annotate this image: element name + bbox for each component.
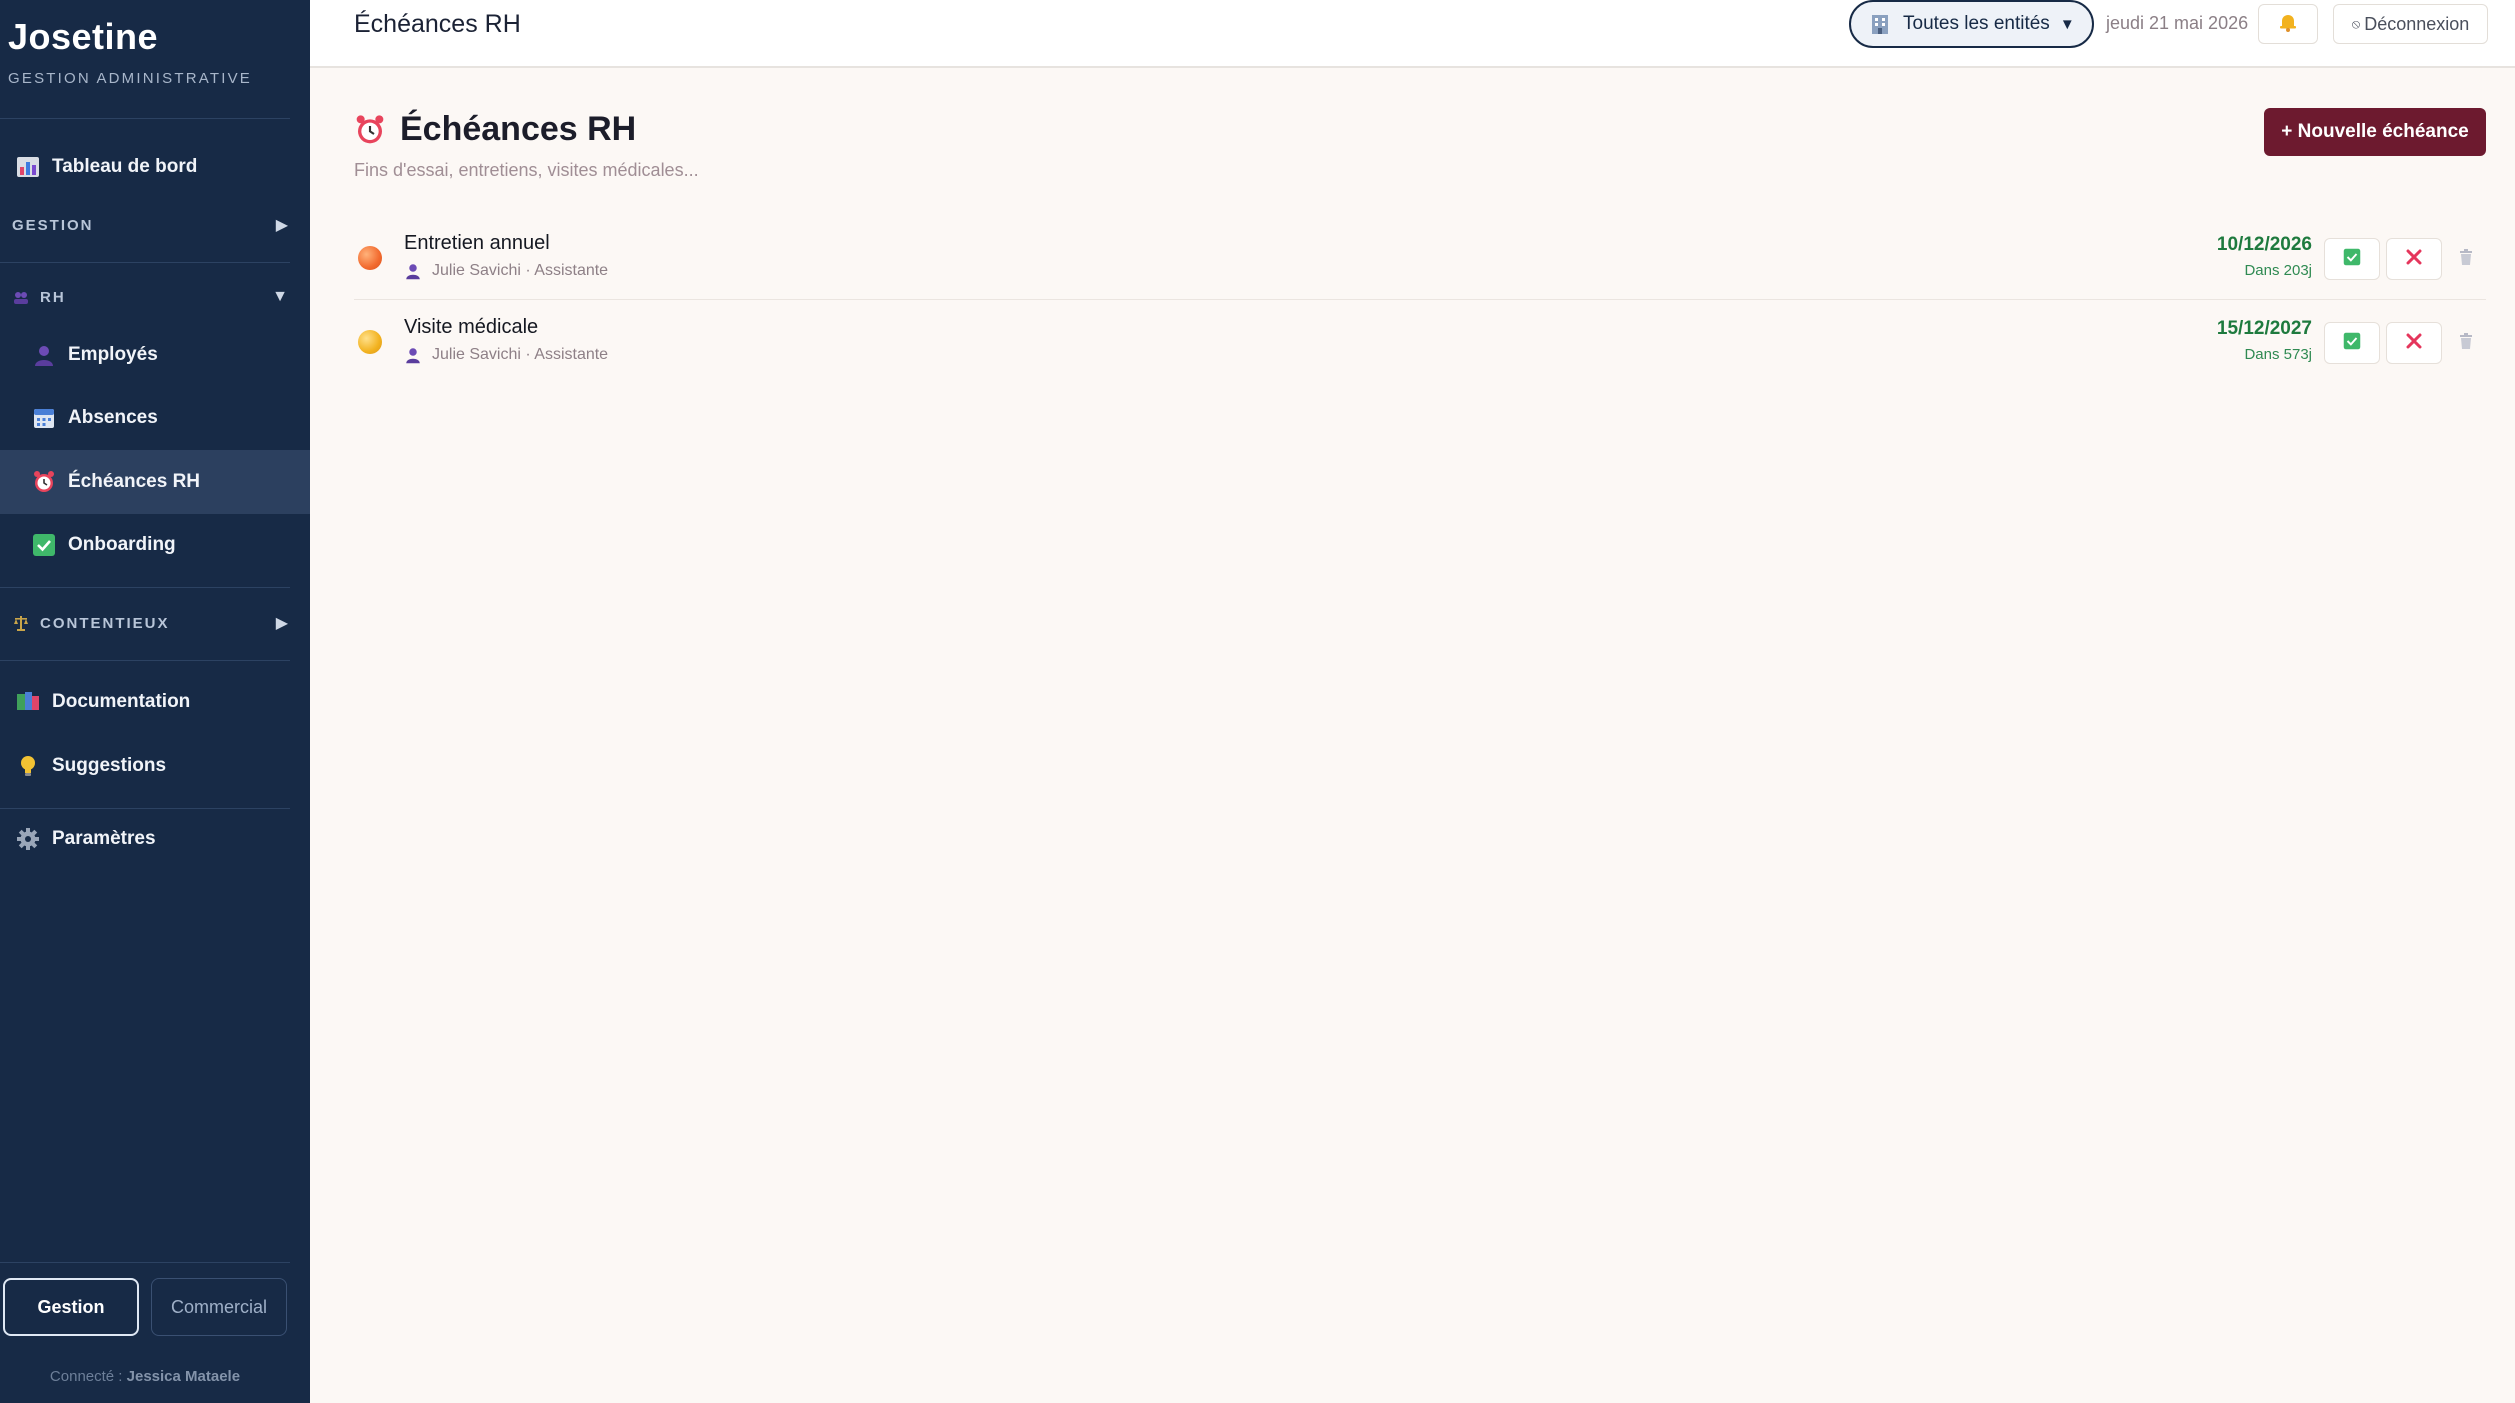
new-deadline-button[interactable]: + Nouvelle échéance <box>2264 108 2486 156</box>
person-icon <box>32 343 56 367</box>
trash-icon <box>2457 248 2475 271</box>
mark-done-button[interactable] <box>2324 322 2380 364</box>
check-box-icon <box>2343 248 2361 271</box>
connected-user-name: Jessica Mataele <box>126 1368 241 1385</box>
page-title: Échéances RH <box>400 110 637 148</box>
status-dot <box>358 246 382 270</box>
people-icon <box>12 288 30 306</box>
books-icon <box>16 690 40 714</box>
page-header: Échéances RH <box>354 110 636 149</box>
logout-icon: ⦸ <box>2351 16 2361 31</box>
calendar-icon <box>32 406 56 430</box>
check-box-icon <box>32 533 56 557</box>
close-icon <box>2404 247 2424 272</box>
bell-icon <box>2278 12 2298 37</box>
sidebar-item-label: Paramètres <box>52 828 156 849</box>
alarm-clock-icon <box>32 470 56 494</box>
logout-label: Déconnexion <box>2364 13 2470 34</box>
sidebar: Josetine GESTION ADMINISTRATIVE Tableau … <box>0 0 310 1403</box>
sidebar-item-documentation[interactable]: Documentation <box>0 671 310 733</box>
list-item: Entretien annuel Julie Savichi · Assista… <box>354 220 2486 302</box>
brand: Josetine GESTION ADMINISTRATIVE <box>8 16 252 87</box>
trash-icon <box>2457 332 2475 355</box>
deadline-date: 15/12/2027 Dans 573j <box>2217 318 2312 363</box>
mode-commercial-button[interactable]: Commercial <box>151 1278 287 1336</box>
brand-title: Josetine <box>8 16 159 57</box>
sidebar-item-label: Suggestions <box>52 755 167 776</box>
current-date: jeudi 21 mai 2026 <box>2106 13 2249 33</box>
scales-icon <box>12 614 30 632</box>
mark-done-button[interactable] <box>2324 238 2380 280</box>
sidebar-item-parametres[interactable]: Paramètres <box>0 808 310 870</box>
chevron-right-icon: ▶ <box>275 217 290 234</box>
section-rh[interactable]: RH ▼ <box>0 277 290 317</box>
sidebar-item-suggestions[interactable]: Suggestions <box>0 735 310 797</box>
deadline-date: 10/12/2026 Dans 203j <box>2217 234 2312 279</box>
caret-down-icon: ▼ <box>2059 15 2075 33</box>
deadline-person-label: Julie Savichi · Assistante <box>432 346 609 363</box>
sidebar-item-onboarding[interactable]: Onboarding <box>0 514 310 576</box>
topbar-title: Échéances RH <box>354 10 521 38</box>
deadline-remaining: Dans 203j <box>2244 262 2312 279</box>
sidebar-item-label: Documentation <box>52 691 191 712</box>
entity-selector-label: Toutes les entités <box>1903 13 2050 34</box>
list-item: Visite médicale Julie Savichi · Assistan… <box>354 304 2486 386</box>
gear-icon <box>16 827 40 851</box>
sidebar-item-label: Onboarding <box>68 534 176 555</box>
alarm-clock-icon <box>354 114 386 146</box>
logout-button[interactable]: ⦸ Déconnexion <box>2333 4 2488 44</box>
section-label: CONTENTIEUX <box>40 614 170 632</box>
row-divider <box>354 299 2486 300</box>
sidebar-item-label: Employés <box>68 344 158 365</box>
sidebar-divider <box>0 1262 290 1263</box>
notifications-button[interactable] <box>2258 4 2318 44</box>
cancel-button[interactable] <box>2386 322 2442 364</box>
topbar: Échéances RH Toutes les entités ▼ jeudi … <box>310 0 2515 68</box>
section-contentieux[interactable]: CONTENTIEUX ▶ <box>0 603 290 643</box>
deadline-date-value: 10/12/2026 <box>2216 234 2312 255</box>
section-label: GESTION <box>12 216 94 234</box>
connected-user: Connecté : Jessica Mataele <box>0 1368 290 1385</box>
page-subtitle: Fins d'essai, entretiens, visites médica… <box>354 160 699 180</box>
deadline-person-label: Julie Savichi · Assistante <box>432 262 609 279</box>
sidebar-item-label: Tableau de bord <box>52 156 198 177</box>
building-icon <box>1869 13 1891 35</box>
sidebar-item-absences[interactable]: Absences <box>0 387 310 449</box>
deadline-title: Visite médicale <box>404 316 539 338</box>
lightbulb-icon <box>16 754 40 778</box>
check-box-icon <box>2343 332 2361 355</box>
chevron-right-icon: ▶ <box>275 615 290 632</box>
deadline-person: Julie Savichi · Assistante <box>404 262 608 280</box>
sidebar-divider <box>0 118 290 119</box>
sidebar-item-echeances-rh[interactable]: Échéances RH <box>0 450 310 514</box>
chevron-down-icon: ▼ <box>272 288 290 305</box>
mode-gestion-button[interactable]: Gestion <box>3 1278 139 1336</box>
deadline-date-value: 15/12/2027 <box>2216 318 2312 339</box>
close-icon <box>2404 331 2424 356</box>
person-icon <box>404 262 422 280</box>
sidebar-item-dashboard[interactable]: Tableau de bord <box>0 136 310 198</box>
connected-prefix: Connecté : <box>49 1368 123 1385</box>
entity-selector[interactable]: Toutes les entités ▼ <box>1849 0 2094 48</box>
deadline-person: Julie Savichi · Assistante <box>404 346 608 364</box>
sidebar-divider <box>0 262 290 263</box>
person-icon <box>404 346 422 364</box>
delete-button[interactable] <box>2446 238 2486 280</box>
delete-button[interactable] <box>2446 322 2486 364</box>
deadline-remaining: Dans 573j <box>2244 346 2312 363</box>
sidebar-item-label: Absences <box>68 407 158 428</box>
sidebar-item-label: Échéances RH <box>68 471 201 492</box>
sidebar-divider <box>0 660 290 661</box>
chart-icon <box>16 155 40 179</box>
cancel-button[interactable] <box>2386 238 2442 280</box>
status-dot <box>358 330 382 354</box>
sidebar-divider <box>0 587 290 588</box>
section-label: RH <box>40 288 66 306</box>
deadline-title: Entretien annuel <box>404 232 550 254</box>
sidebar-item-employes[interactable]: Employés <box>0 324 310 386</box>
section-gestion[interactable]: GESTION ▶ <box>0 205 290 245</box>
brand-subtitle: GESTION ADMINISTRATIVE <box>8 70 252 87</box>
